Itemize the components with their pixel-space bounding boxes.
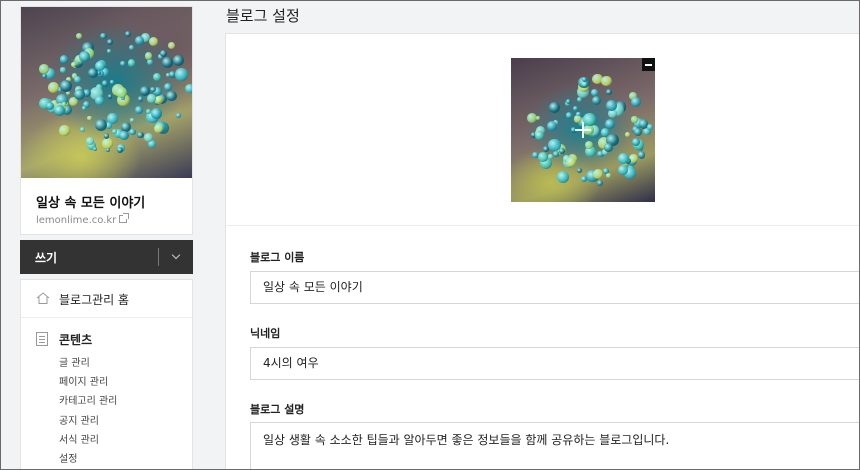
menu-item-categories[interactable]: 카테고리 관리 — [59, 392, 117, 407]
admin-menu: 블로그관리 홈 콘텐츠 글 관리 페이지 관리 카테고리 관리 공지 관리 서식… — [20, 279, 193, 470]
nickname-label: 닉네임 — [250, 327, 281, 340]
blog-cover-image[interactable] — [21, 7, 192, 178]
write-divider — [158, 248, 159, 266]
write-button[interactable]: 쓰기 — [35, 249, 57, 266]
blog-url-text[interactable]: lemonlime.co.kr — [36, 215, 116, 226]
menu-item-templates[interactable]: 서식 관리 — [59, 431, 99, 446]
menu-item-settings[interactable]: 설정 — [59, 450, 77, 465]
plus-icon[interactable] — [575, 122, 591, 138]
menu-item-pages[interactable]: 페이지 관리 — [59, 373, 108, 388]
minus-icon[interactable] — [642, 58, 655, 71]
nickname-input[interactable]: 4시의 여우 — [250, 347, 860, 380]
profile-card: 일상 속 모든 이야기 lemonlime.co.kr — [20, 6, 193, 235]
blog-description-label: 블로그 설명 — [250, 403, 305, 416]
home-icon — [36, 292, 50, 304]
document-icon — [36, 332, 48, 346]
page-title: 블로그 설정 — [226, 7, 300, 25]
settings-card: 블로그 이름 일상 속 모든 이야기 닉네임 4시의 여우 블로그 설명 일상 … — [225, 33, 860, 470]
menu-section-contents[interactable]: 콘텐츠 — [59, 331, 92, 348]
profile-image-section — [226, 34, 860, 226]
blog-description-textarea[interactable]: 일상 생활 속 소소한 팁들과 알아두면 좋은 정보들을 함께 공유하는 블로그… — [250, 422, 860, 470]
menu-home-label: 블로그관리 홈 — [59, 293, 130, 307]
menu-item-notices[interactable]: 공지 관리 — [59, 412, 99, 427]
external-link-icon[interactable] — [119, 213, 130, 223]
blog-name-label: 블로그 이름 — [250, 251, 305, 264]
menu-item-posts[interactable]: 글 관리 — [59, 354, 90, 369]
blog-url-link[interactable]: lemonlime.co.kr — [36, 213, 130, 226]
blog-name-input[interactable]: 일상 속 모든 이야기 — [250, 271, 860, 304]
chevron-down-icon — [171, 250, 181, 260]
write-bar: 쓰기 — [20, 240, 193, 274]
blog-name[interactable]: 일상 속 모든 이야기 — [36, 192, 145, 211]
menu-item-blog-admin-home[interactable]: 블로그관리 홈 — [21, 280, 192, 318]
write-menu-toggle[interactable] — [160, 240, 193, 274]
